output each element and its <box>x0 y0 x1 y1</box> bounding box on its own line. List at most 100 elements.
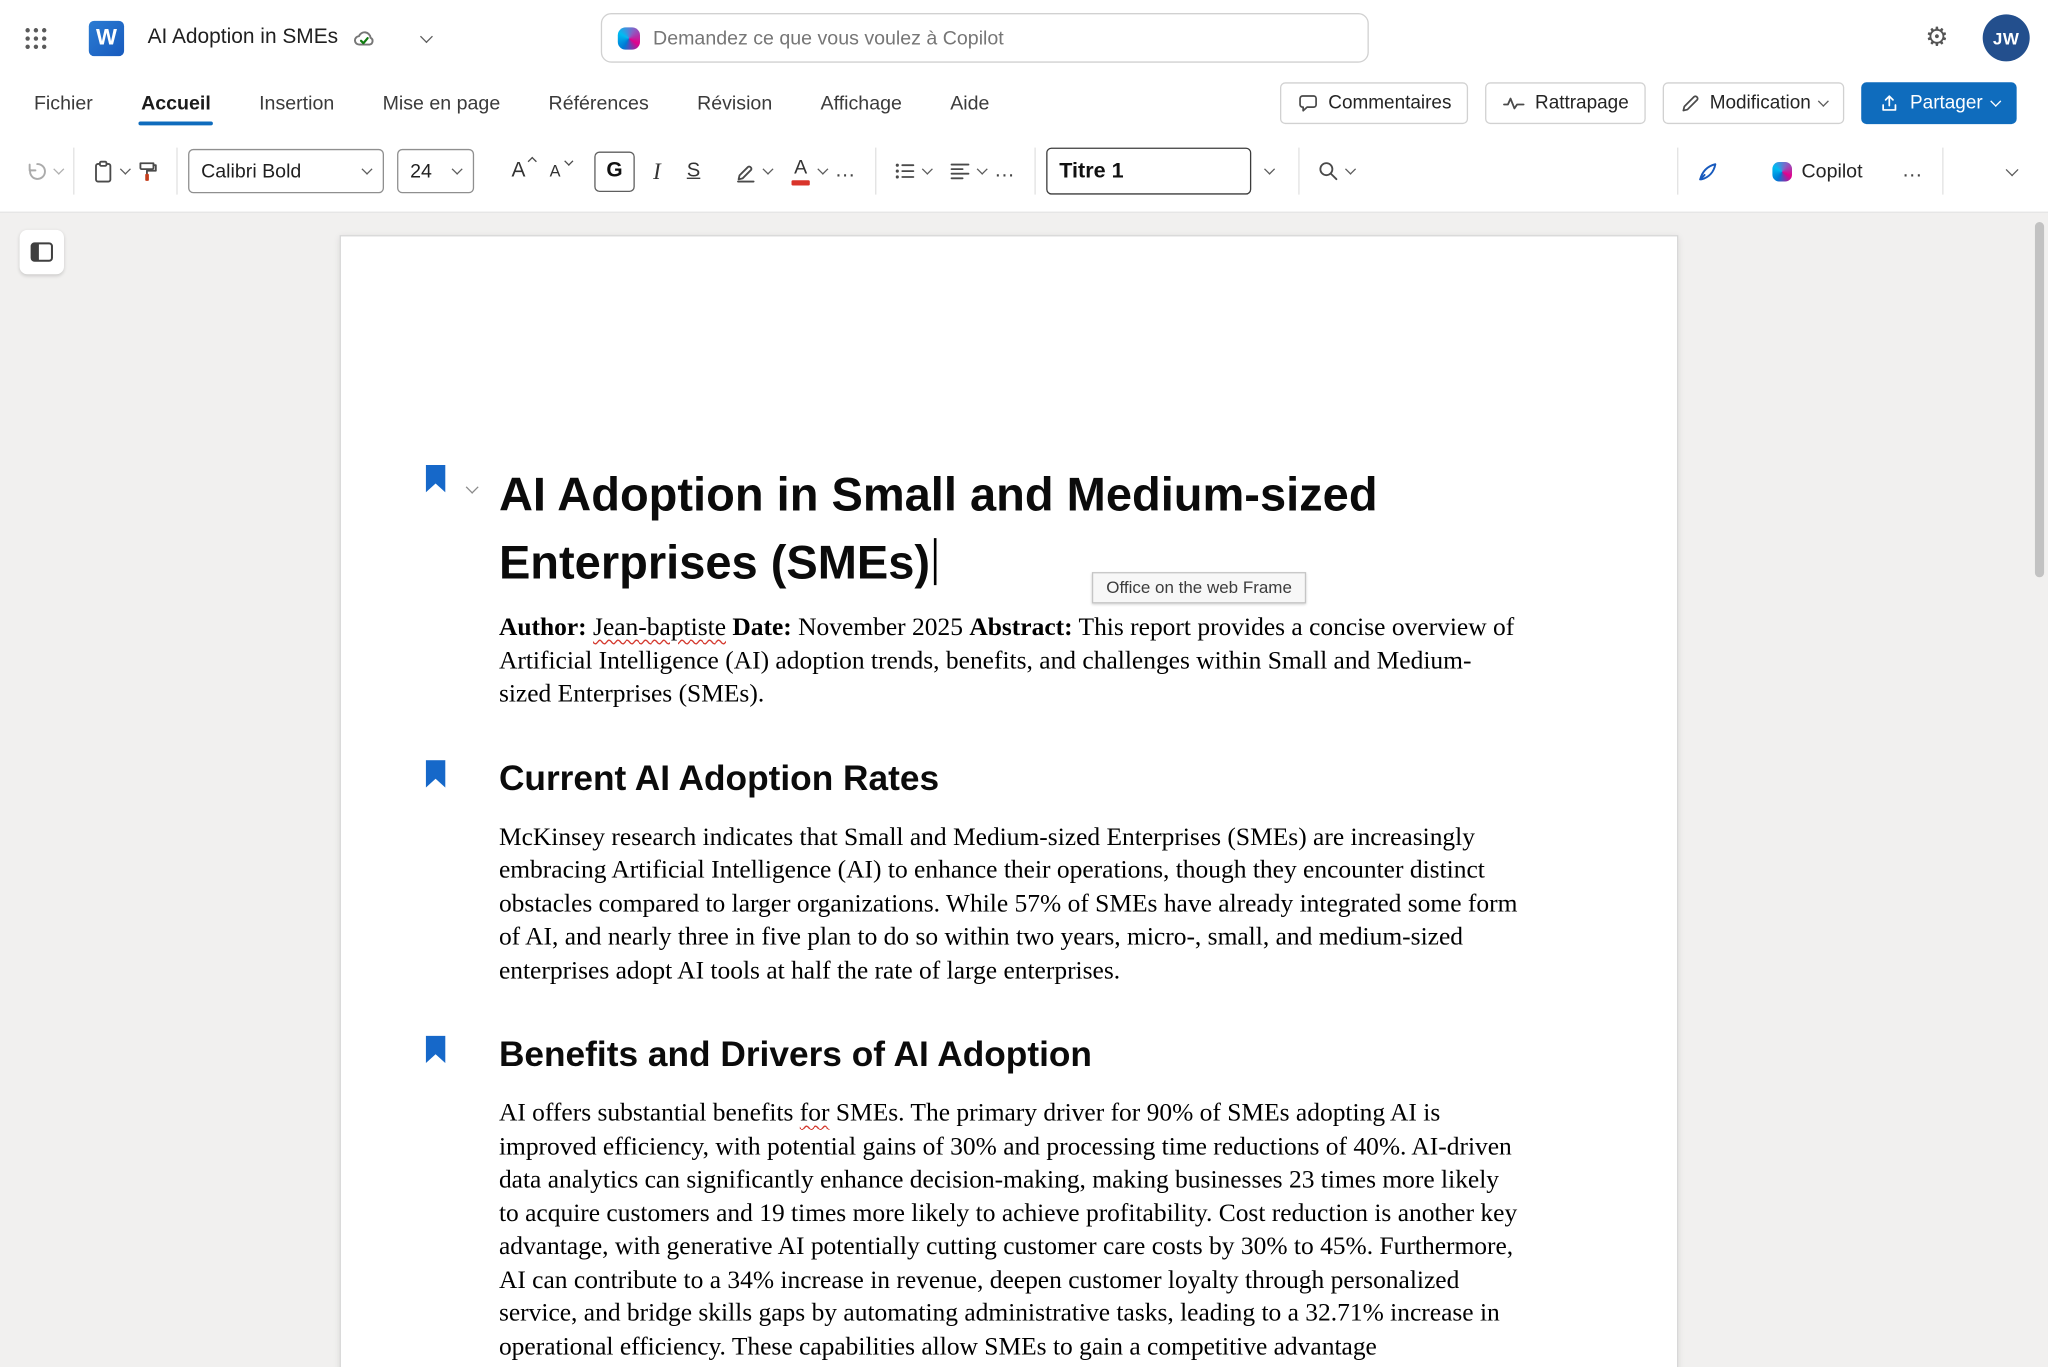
tab-mise-en-page[interactable]: Mise en page <box>380 80 503 126</box>
abstract-label: Abstract: <box>969 614 1072 641</box>
share-button[interactable]: Partager <box>1862 82 2017 124</box>
font-color-button[interactable]: A <box>782 150 819 192</box>
comments-label: Commentaires <box>1328 93 1451 114</box>
bold-button[interactable]: G <box>594 151 634 191</box>
clipboard-icon <box>91 159 115 184</box>
author-value: Jean-baptiste <box>593 614 726 641</box>
navigation-pane-toggle-button[interactable] <box>20 230 64 274</box>
tab-aide[interactable]: Aide <box>948 80 992 126</box>
tab-accueil[interactable]: Accueil <box>138 80 213 126</box>
editing-mode-button[interactable]: Modification <box>1663 82 1845 124</box>
tab-references[interactable]: Références <box>546 80 651 126</box>
copilot-toolbar-button[interactable]: Copilot <box>1762 150 1873 192</box>
word-web-app: W AI Adoption in SMEs ⚙ JW Fichier Accue… <box>0 0 2048 1367</box>
titlebar-right: ⚙ JW <box>1912 13 2030 63</box>
section-heading-1[interactable]: Current AI Adoption Rates <box>499 756 1518 800</box>
format-painter-button[interactable] <box>129 150 166 192</box>
pulse-icon <box>1502 93 1526 113</box>
sidebar-panel-icon <box>29 240 55 264</box>
document-canvas: Office on the web Frame AI Adoption in S… <box>0 213 2048 1367</box>
gear-icon: ⚙ <box>1925 25 1948 51</box>
divider <box>1942 148 1943 195</box>
section-heading-row: Current AI Adoption Rates <box>499 756 1518 800</box>
document-page[interactable]: Office on the web Frame AI Adoption in S… <box>340 235 1679 1367</box>
divider <box>875 148 876 195</box>
doc-title-heading[interactable]: AI Adoption in Small and Medium-sized En… <box>499 461 1518 597</box>
word-logo-icon[interactable]: W <box>89 20 124 55</box>
copilot-input[interactable] <box>653 27 1352 49</box>
ribbon-tab-bar: Fichier Accueil Insertion Mise en page R… <box>0 76 2048 131</box>
body-text: AI offers substantial benefits <box>499 1100 793 1127</box>
date-value: November 2025 <box>798 614 963 641</box>
toolbar-overflow-button[interactable]: … <box>1894 150 1932 192</box>
pencil-icon <box>1680 93 1701 114</box>
shrink-font-button[interactable]: A <box>537 150 574 192</box>
grow-font-button[interactable]: A <box>500 150 537 192</box>
editor-button[interactable] <box>1689 150 1726 192</box>
highlight-chevron-icon[interactable] <box>762 164 773 175</box>
bullet-list-icon <box>893 159 917 183</box>
comments-button[interactable]: Commentaires <box>1280 82 1468 124</box>
app-launcher-icon <box>23 25 48 50</box>
alignment-button[interactable] <box>942 150 979 192</box>
document-title-text[interactable]: AI Adoption in SMEs <box>148 26 339 50</box>
styles-gallery-button[interactable] <box>1251 150 1288 192</box>
search-button[interactable] <box>1310 150 1347 192</box>
title-heading-row: AI Adoption in Small and Medium-sized En… <box>499 461 1518 597</box>
tab-revision[interactable]: Révision <box>694 80 774 126</box>
bullet-list-button[interactable] <box>887 150 924 192</box>
paste-button[interactable] <box>85 150 122 192</box>
highlight-button[interactable] <box>728 150 765 192</box>
more-paragraph-options-button[interactable]: … <box>986 150 1024 192</box>
ribbon-actions: Commentaires Rattrapage Modification P <box>1280 82 2017 124</box>
doc-title-text: AI Adoption in Small and Medium-sized En… <box>499 468 1378 589</box>
app-launcher-button[interactable] <box>10 13 60 63</box>
divider <box>73 148 74 195</box>
author-label: Author: <box>499 614 587 641</box>
section-body-2[interactable]: AI offers substantial benefits for SMEs.… <box>499 1097 1518 1363</box>
catch-up-label: Rattrapage <box>1535 93 1629 114</box>
underline-button[interactable]: S <box>675 150 712 192</box>
bookmark-icon[interactable] <box>426 465 446 492</box>
style-name-value: Titre 1 <box>1059 159 1123 184</box>
tab-insertion[interactable]: Insertion <box>256 80 336 126</box>
avatar[interactable]: JW <box>1983 14 2030 61</box>
tab-fichier[interactable]: Fichier <box>31 80 95 126</box>
misspelled-word: for <box>800 1100 830 1127</box>
section-heading-2[interactable]: Benefits and Drivers of AI Adoption <box>499 1032 1518 1076</box>
bookmark-icon[interactable] <box>426 1036 446 1063</box>
grow-font-letter: A <box>512 159 526 183</box>
share-label: Partager <box>1910 93 1983 114</box>
title-menu-chevron-icon[interactable] <box>420 30 433 43</box>
tab-affichage[interactable]: Affichage <box>818 80 905 126</box>
font-size-select[interactable]: 24 <box>397 149 474 193</box>
undo-button[interactable] <box>18 150 55 192</box>
bullet-list-chevron-icon[interactable] <box>922 164 933 175</box>
font-color-letter: A <box>794 157 807 177</box>
font-size-value: 24 <box>410 160 432 182</box>
styles-chevron-icon <box>1264 164 1275 175</box>
shrink-font-caret-icon <box>564 157 573 166</box>
editing-mode-label: Modification <box>1710 93 1811 114</box>
copilot-toolbar-label: Copilot <box>1802 160 1863 182</box>
bookmark-icon[interactable] <box>426 760 446 787</box>
copilot-search[interactable] <box>601 13 1369 63</box>
align-lines-icon <box>948 159 972 183</box>
share-chevron-icon <box>1990 96 2001 107</box>
more-font-options-button[interactable]: … <box>827 150 865 192</box>
copilot-icon <box>1773 161 1793 181</box>
section-body-1[interactable]: McKinsey research indicates that Small a… <box>499 821 1518 988</box>
meta-paragraph[interactable]: Author: Jean-baptiste Date: November 202… <box>499 611 1518 711</box>
catch-up-button[interactable]: Rattrapage <box>1485 82 1645 124</box>
collapse-ribbon-button[interactable] <box>1993 150 2030 192</box>
toolbar-right-cluster: Copilot … <box>1667 148 2030 195</box>
settings-button[interactable]: ⚙ <box>1912 13 1962 63</box>
font-name-select[interactable]: Calibri Bold <box>188 149 384 193</box>
body-text: SMEs. The primary driver for 90% of SMEs… <box>499 1100 1517 1361</box>
undo-menu-chevron-icon[interactable] <box>53 164 64 175</box>
italic-button[interactable]: I <box>639 150 676 192</box>
search-chevron-icon[interactable] <box>1345 164 1356 175</box>
heading-collapse-chevron-icon[interactable] <box>466 481 479 494</box>
styles-select[interactable]: Titre 1 <box>1046 148 1251 195</box>
vertical-scrollbar-thumb[interactable] <box>2035 222 2044 577</box>
